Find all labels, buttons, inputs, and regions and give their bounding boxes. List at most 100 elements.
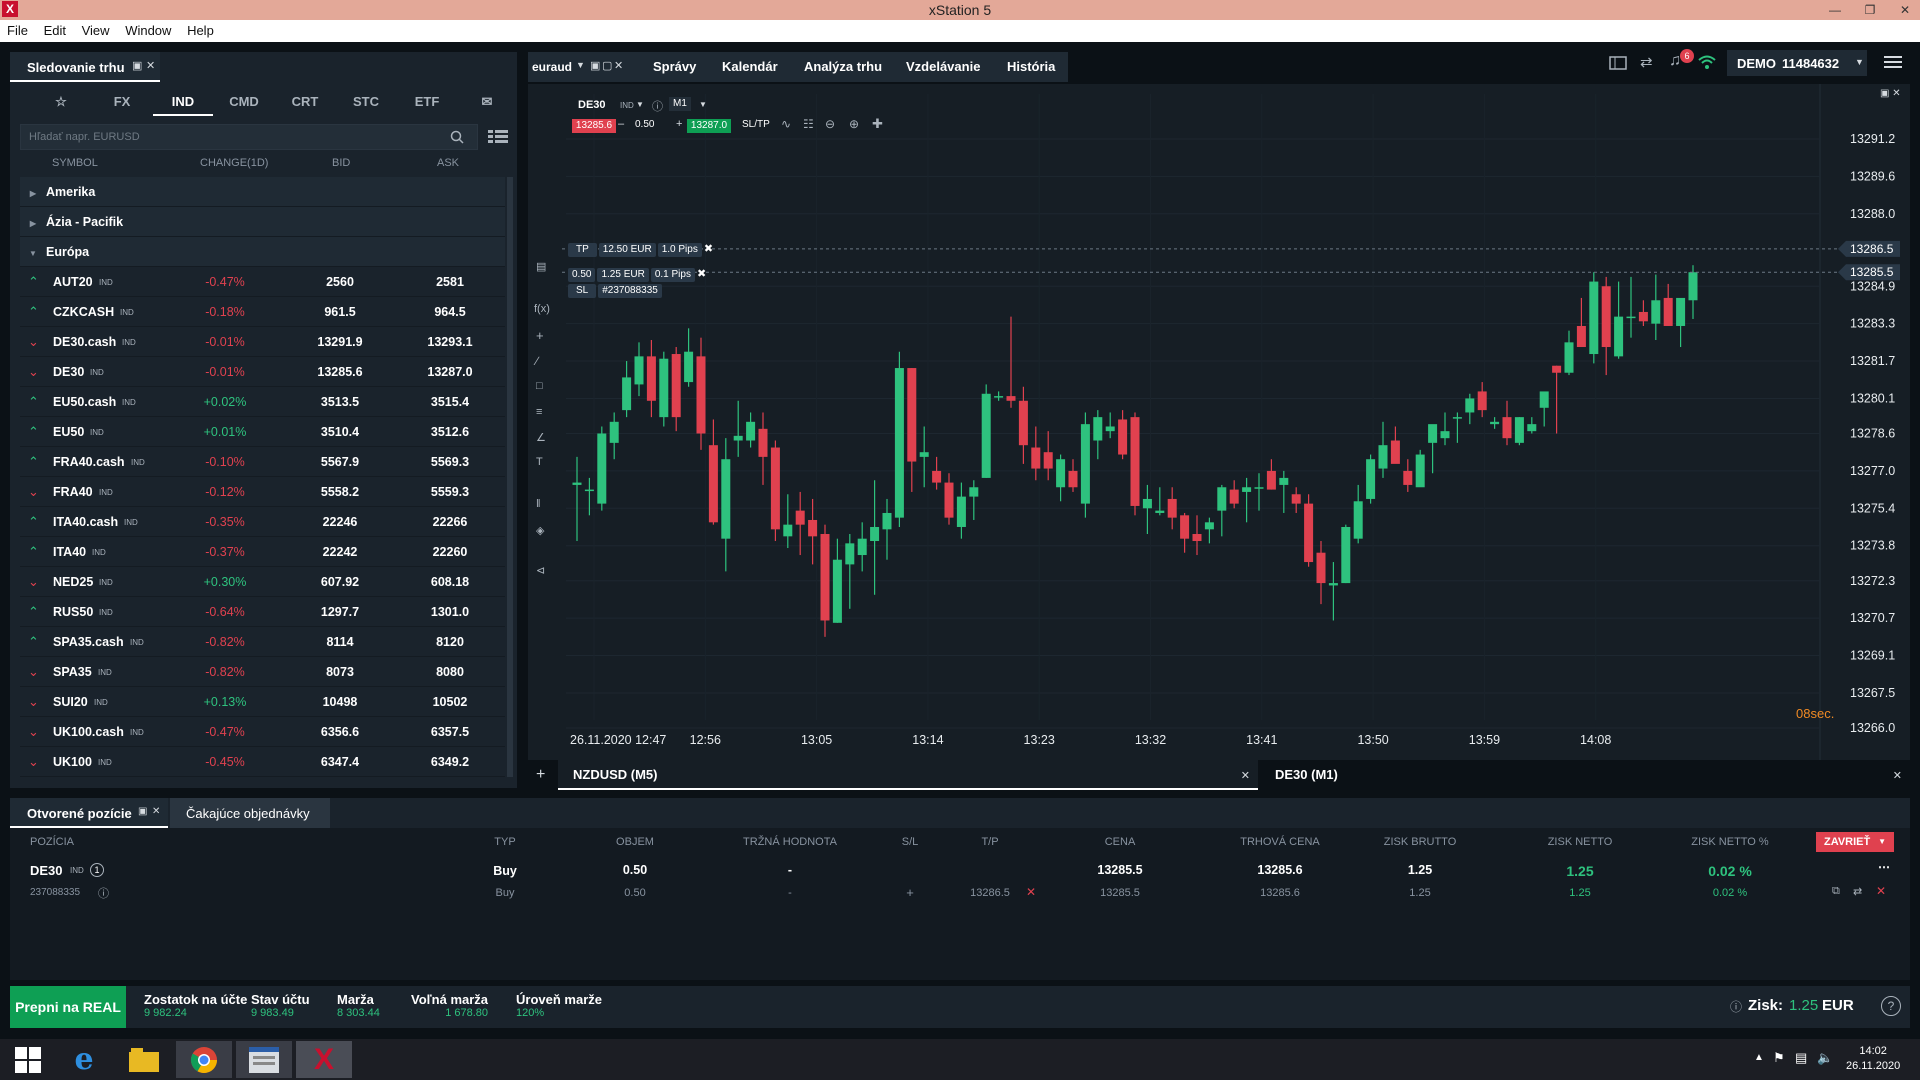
chevron-down-icon[interactable]: ▼: [20, 239, 46, 269]
instrument-bid[interactable]: 5558.2: [290, 477, 390, 507]
nav-calendar[interactable]: Kalendár: [722, 59, 778, 74]
minimize-icon[interactable]: —: [1820, 0, 1850, 20]
popout-icon[interactable]: ▣: [138, 806, 147, 817]
chart-tab-de30[interactable]: DE30 (M1) ✕: [1260, 760, 1910, 790]
instrument-bid[interactable]: 8073: [290, 657, 390, 687]
grid-view-icon[interactable]: [488, 130, 508, 144]
tab-stc[interactable]: STC: [336, 90, 396, 114]
zoom-out-icon[interactable]: ⊖: [825, 117, 835, 131]
close-all-button[interactable]: ZAVRIEŤ ▼: [1816, 832, 1894, 852]
close-icon[interactable]: ✕: [614, 59, 623, 72]
instrument-row[interactable]: ⌃ ITA40 IND -0.37% 22242 22260: [20, 537, 505, 567]
instrument-row[interactable]: ⌃ SPA35.cash IND -0.82% 8114 8120: [20, 627, 505, 657]
instrument-ask[interactable]: 3512.6: [400, 417, 500, 447]
instrument-bid[interactable]: 13285.6: [290, 357, 390, 387]
inbox-icon[interactable]: ✉: [462, 90, 512, 114]
search-input[interactable]: Hľadať napr. EURUSD: [20, 124, 478, 150]
chevron-down-icon[interactable]: ▼: [1855, 57, 1864, 67]
instrument-ask[interactable]: 13287.0: [400, 357, 500, 387]
close-window-icon[interactable]: ✕: [1890, 0, 1920, 20]
instrument-bid[interactable]: 22246: [290, 507, 390, 537]
instrument-ask[interactable]: 3515.4: [400, 387, 500, 417]
maximize-icon[interactable]: ❐: [1855, 0, 1885, 20]
instrument-ask[interactable]: 2581: [400, 267, 500, 297]
instrument-row[interactable]: ⌄ UK100.cash IND -0.47% 6356.6 6357.5: [20, 717, 505, 747]
help-icon[interactable]: ?: [1881, 996, 1901, 1016]
instrument-bid[interactable]: 10498: [290, 687, 390, 717]
internet-explorer-icon[interactable]: e: [56, 1041, 112, 1078]
instrument-row[interactable]: ⌄ NED25 IND +0.30% 607.92 608.18: [20, 567, 505, 597]
instrument-row[interactable]: ⌄ SUI20 IND +0.13% 10498 10502: [20, 687, 505, 717]
pitchfork-icon[interactable]: ∠: [536, 431, 546, 444]
position-row[interactable]: DE30 IND 1 Buy 0.50 - 13285.5 13285.6 1.…: [10, 860, 1910, 882]
instrument-bid[interactable]: 2560: [290, 267, 390, 297]
flag-icon[interactable]: ⚑: [1773, 1050, 1785, 1066]
account-selector[interactable]: euraud: [532, 60, 572, 74]
instrument-row[interactable]: ⌄ DE30 IND -0.01% 13285.6 13287.0: [20, 357, 505, 387]
chevron-down-icon[interactable]: ▼: [1878, 832, 1886, 852]
menu-file[interactable]: File: [7, 23, 28, 38]
instrument-ask[interactable]: 22260: [400, 537, 500, 567]
xstation-taskbar-icon[interactable]: X: [296, 1041, 352, 1078]
position-detail-row[interactable]: 237088335 ⓘ Buy 0.50 - + 13286.5 ✕ 13285…: [10, 884, 1910, 904]
maximize-icon[interactable]: ▢: [602, 59, 612, 72]
instrument-bid[interactable]: 3510.4: [290, 417, 390, 447]
rectangle-icon[interactable]: □: [536, 380, 543, 392]
nav-history[interactable]: História: [1007, 59, 1055, 74]
file-explorer-icon[interactable]: [116, 1041, 172, 1078]
chevron-right-icon[interactable]: ▶: [20, 179, 46, 209]
group-row[interactable]: ▼ Európa: [20, 237, 505, 267]
instrument-ask[interactable]: 5559.3: [400, 477, 500, 507]
network-icon[interactable]: ▤: [1795, 1050, 1807, 1066]
instrument-bid[interactable]: 8114: [290, 627, 390, 657]
menu-window[interactable]: Window: [125, 23, 171, 38]
close-tab-icon[interactable]: ✕: [1893, 769, 1902, 782]
volume-icon[interactable]: 🔈: [1817, 1050, 1833, 1066]
search-icon[interactable]: [450, 130, 464, 144]
remove-tp-icon[interactable]: ✖: [704, 243, 713, 255]
share-icon[interactable]: ⊲: [536, 564, 545, 577]
menu-help[interactable]: Help: [187, 23, 214, 38]
group-row[interactable]: ▶ Ázia - Pacifik: [20, 207, 505, 237]
info-icon[interactable]: ⓘ: [652, 98, 663, 114]
switch-to-real-button[interactable]: Prepni na REAL: [10, 986, 126, 1028]
instrument-ask[interactable]: 6349.2: [400, 747, 500, 777]
nav-analysis[interactable]: Analýza trhu: [804, 59, 882, 74]
menu-view[interactable]: View: [82, 23, 110, 38]
instrument-bid[interactable]: 3513.5: [290, 387, 390, 417]
timeframe-selector[interactable]: M1: [669, 97, 691, 111]
close-tab-icon[interactable]: ✕: [146, 59, 155, 72]
layers-icon[interactable]: ◈: [536, 524, 544, 537]
line-tool-icon[interactable]: ∕: [536, 354, 538, 368]
tab-fx[interactable]: FX: [92, 90, 152, 114]
chart-tab-nzdusd[interactable]: NZDUSD (M5) ✕: [558, 760, 1258, 790]
instrument-ask[interactable]: 5569.3: [400, 447, 500, 477]
buy-price-button[interactable]: 13287.0: [687, 119, 731, 133]
sl-order-label[interactable]: SL #237088335: [568, 282, 664, 298]
plus-icon[interactable]: +: [536, 328, 544, 343]
instrument-row[interactable]: ⌄ SPA35 IND -0.82% 8073 8080: [20, 657, 505, 687]
instrument-row[interactable]: ⌃ FRA40.cash IND -0.10% 5567.9 5569.3: [20, 447, 505, 477]
instrument-ask[interactable]: 608.18: [400, 567, 500, 597]
instrument-bid[interactable]: 961.5: [290, 297, 390, 327]
open-positions-tab[interactable]: Otvorené pozície ▣ ✕: [10, 798, 168, 828]
line-chart-icon[interactable]: ∿: [781, 117, 791, 131]
scrollbar[interactable]: [507, 177, 513, 777]
pending-orders-tab[interactable]: Čakajúce objednávky: [170, 798, 330, 828]
copy-icon[interactable]: ⧉: [1832, 885, 1840, 898]
crosshair-icon[interactable]: ✚: [872, 116, 883, 132]
group-row[interactable]: ▶ Amerika: [20, 177, 505, 207]
remove-tp-icon[interactable]: ✕: [1026, 885, 1036, 899]
nav-education[interactable]: Vzdelávanie: [906, 59, 980, 74]
candles-icon[interactable]: ☷: [803, 117, 814, 131]
more-options-icon[interactable]: ⋯: [1878, 860, 1890, 874]
instrument-row[interactable]: ⌄ DE30.cash IND -0.01% 13291.9 13293.1: [20, 327, 505, 357]
candlestick-chart[interactable]: 13291.2 13289.6 13288.0 13284.9 13283.3 13281…: [528, 84, 1910, 760]
instrument-row[interactable]: ⌄ FRA40 IND -0.12% 5558.2 5559.3: [20, 477, 505, 507]
chart-popout-icon[interactable]: ▣ ✕: [1880, 88, 1901, 99]
instrument-bid[interactable]: 1297.7: [290, 597, 390, 627]
instrument-row[interactable]: ⌃ EU50.cash IND +0.02% 3513.5 3515.4: [20, 387, 505, 417]
instrument-row[interactable]: ⌃ EU50 IND +0.01% 3510.4 3512.6: [20, 417, 505, 447]
position-label[interactable]: 0.50 1.25 EUR 0.1 Pips ✖: [568, 266, 706, 282]
instrument-row[interactable]: ⌃ CZKCASH IND -0.18% 961.5 964.5: [20, 297, 505, 327]
